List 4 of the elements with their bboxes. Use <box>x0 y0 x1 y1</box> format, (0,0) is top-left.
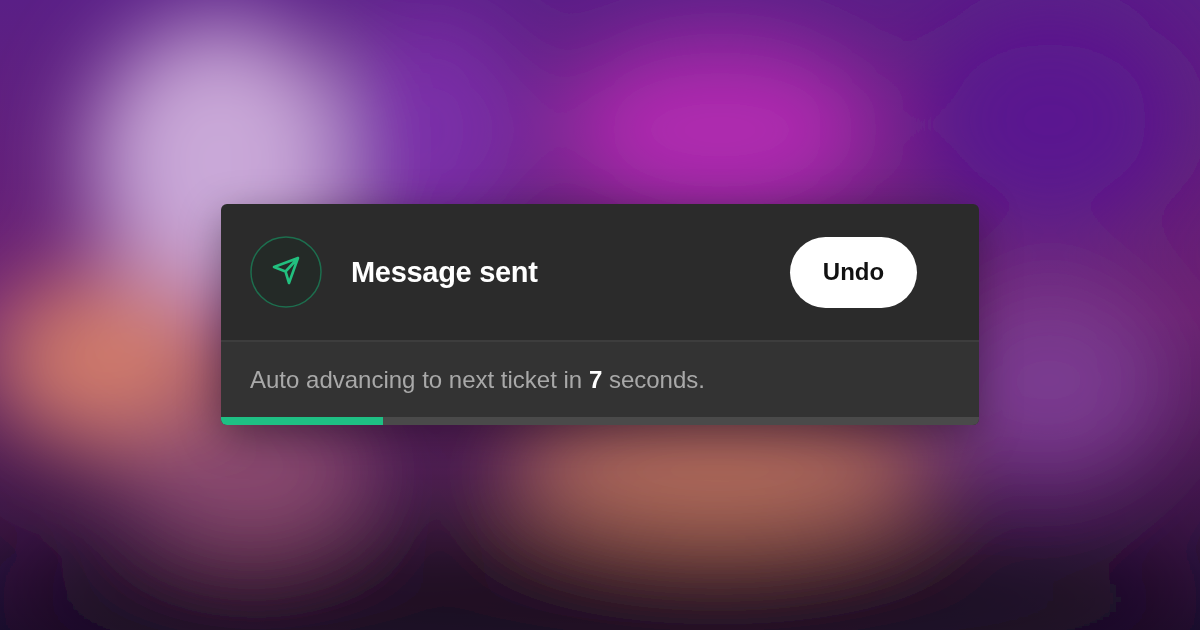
undo-button[interactable]: Undo <box>790 236 917 308</box>
countdown-message: Auto advancing to next ticket in 7 seconds. <box>250 365 705 394</box>
paper-plane-icon <box>250 236 322 308</box>
toast-title: Message sent <box>351 255 539 289</box>
